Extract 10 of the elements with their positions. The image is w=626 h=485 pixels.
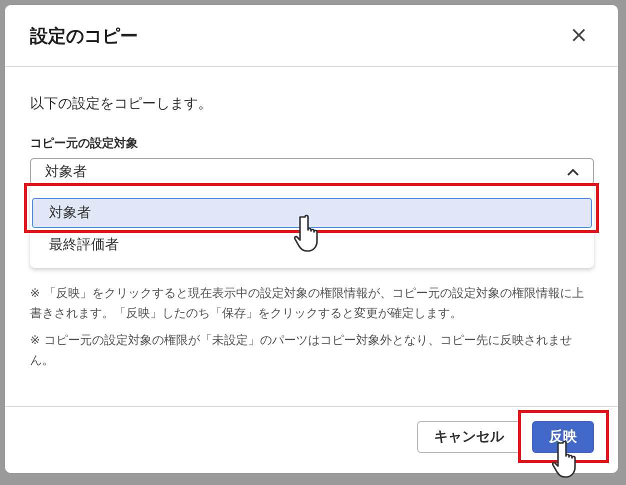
target-select[interactable]: 対象者 — [30, 158, 594, 185]
cancel-button[interactable]: キャンセル — [417, 421, 521, 453]
close-button[interactable]: × — [564, 23, 594, 48]
dropdown-option[interactable]: 対象者 — [32, 198, 592, 228]
field-label: コピー元の設定対象 — [30, 135, 139, 152]
note-text: ※ 「反映」をクリックすると現在表示中の設定対象の権限情報が、コピー元の設定対象の権限情報に上書きされます。「反映」したのち「保存」をクリックすると変更が確定します。 — [30, 285, 585, 322]
note-text: ※ コピー元の設定対象の権限が「未設定」のパーツはコピー対象外となり、コピー先に反映されません。 — [30, 332, 573, 369]
dialog-title: 設定のコピー — [30, 24, 138, 48]
intro-text: 以下の設定をコピーします。 — [30, 95, 213, 113]
dropdown-option[interactable]: 最終評価者 — [32, 230, 592, 260]
